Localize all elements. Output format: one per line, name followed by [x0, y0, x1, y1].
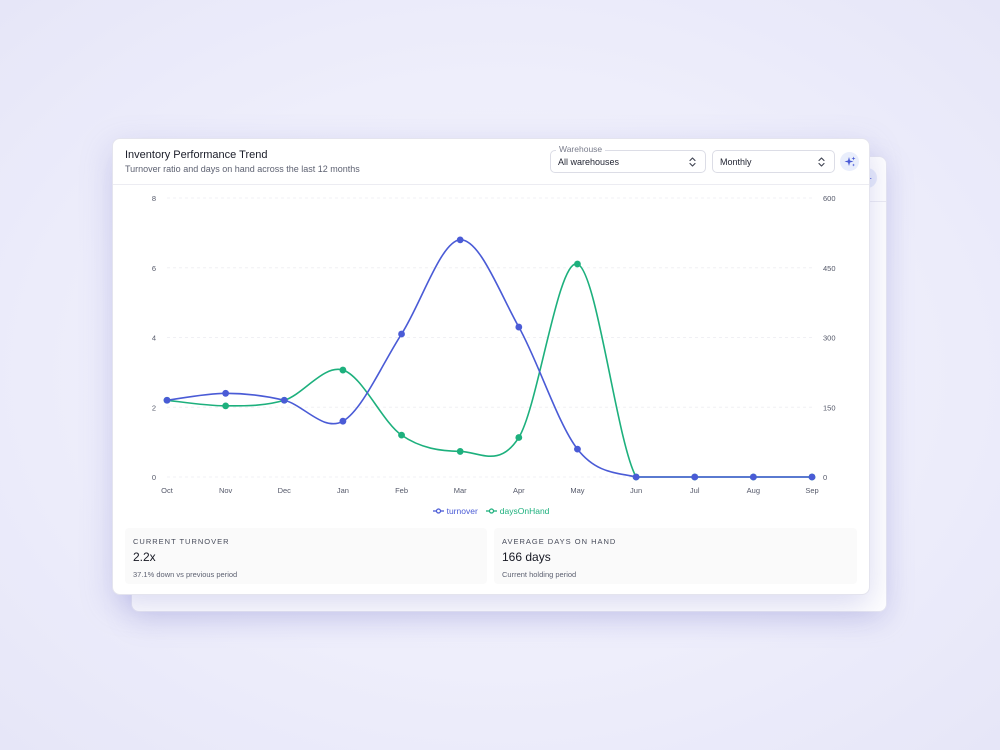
- data-point-turnover[interactable]: [574, 445, 581, 453]
- chevron-updown-icon: [689, 157, 696, 167]
- y-left-tick-label: 6: [152, 264, 156, 273]
- y-right-tick-label: 300: [823, 334, 836, 343]
- x-tick-label: Apr: [513, 486, 525, 495]
- series-line-turnover: [166, 239, 812, 478]
- y-left-tick-label: 4: [152, 334, 156, 343]
- data-point-turnover[interactable]: [515, 323, 523, 331]
- x-tick-label: Jun: [630, 486, 642, 495]
- chart-legend: turnover daysOnHand: [113, 505, 869, 517]
- x-tick-label: Mar: [454, 486, 467, 495]
- data-point-daysOnHand[interactable]: [339, 366, 347, 374]
- card-title: Inventory Performance Trend: [125, 149, 268, 161]
- data-point-daysOnHand[interactable]: [456, 448, 464, 455]
- stat-label: AVERAGE DAYS ON HAND: [502, 537, 617, 546]
- y-left-tick-label: 0: [152, 473, 156, 482]
- sparkle-button[interactable]: [840, 152, 859, 171]
- sparkle-icon: [844, 156, 855, 166]
- warehouse-select[interactable]: Warehouse All warehouses: [550, 144, 706, 173]
- data-point-turnover[interactable]: [456, 236, 464, 244]
- x-tick-label: Jan: [337, 486, 349, 495]
- x-tick-label: Jul: [690, 486, 700, 495]
- period-select[interactable]: Monthly: [712, 150, 835, 173]
- y-left-tick-label: 2: [152, 403, 156, 412]
- stat-label: CURRENT TURNOVER: [133, 537, 230, 546]
- series-line-daysOnHand: [166, 263, 812, 478]
- data-point-daysOnHand[interactable]: [222, 402, 230, 410]
- data-point-turnover[interactable]: [632, 473, 640, 481]
- data-point-turnover[interactable]: [339, 417, 347, 425]
- warehouse-select-label: Warehouse: [556, 144, 606, 154]
- x-tick-label: May: [570, 486, 584, 495]
- inventory-performance-card: Inventory Performance Trend Turnover rat…: [112, 138, 870, 595]
- inventory-trend-chart: 0 2 4 6 8 0 150 300 450 600 Oct Nov Dec Jan Feb Mar Apr M…: [152, 194, 836, 495]
- y-right-tick-label: 600: [823, 194, 836, 203]
- chevron-updown-icon: [818, 157, 825, 167]
- data-point-turnover[interactable]: [398, 330, 405, 338]
- warehouse-select-value: All warehouses: [558, 157, 620, 167]
- current-turnover-card: CURRENT TURNOVER 2.2x 37.1% down vs prev…: [125, 528, 487, 584]
- data-point-daysOnHand[interactable]: [398, 431, 405, 439]
- y-right-tick-label: 150: [823, 403, 836, 412]
- x-tick-label: Oct: [161, 486, 174, 495]
- x-tick-label: Aug: [747, 486, 760, 495]
- card-subtitle: Turnover ratio and days on hand across t…: [125, 164, 360, 174]
- legend-label-turnover: turnover: [446, 506, 478, 516]
- legend-item-turnover[interactable]: turnover: [432, 505, 478, 517]
- x-tick-label: Sep: [805, 486, 818, 495]
- legend-line-icon: [432, 508, 444, 514]
- y-left-tick-label: 8: [152, 194, 156, 203]
- data-point-turnover[interactable]: [808, 473, 816, 481]
- stat-value: 2.2x: [133, 550, 156, 564]
- data-point-turnover[interactable]: [280, 396, 288, 404]
- period-select-value: Monthly: [720, 157, 752, 167]
- data-point-turnover[interactable]: [691, 473, 699, 481]
- stat-note: Current holding period: [502, 570, 577, 579]
- stat-value: 166 days: [502, 550, 551, 564]
- x-tick-label: Feb: [395, 486, 408, 495]
- data-point-turnover[interactable]: [163, 396, 171, 404]
- legend-label-days-on-hand: daysOnHand: [499, 506, 550, 516]
- data-point-turnover[interactable]: [749, 473, 757, 481]
- stat-note: 37.1% down vs previous period: [133, 570, 238, 579]
- data-point-daysOnHand[interactable]: [515, 434, 523, 441]
- legend-item-days-on-hand[interactable]: daysOnHand: [485, 505, 550, 517]
- data-point-turnover[interactable]: [222, 389, 230, 397]
- card-header: Inventory Performance Trend Turnover rat…: [113, 139, 869, 185]
- x-tick-label: Nov: [219, 486, 233, 495]
- data-point-daysOnHand[interactable]: [574, 260, 581, 268]
- x-tick-label: Dec: [278, 486, 292, 495]
- average-days-on-hand-card: AVERAGE DAYS ON HAND 166 days Current ho…: [494, 528, 857, 584]
- y-right-tick-label: 450: [823, 264, 836, 273]
- y-right-tick-label: 0: [823, 473, 827, 482]
- legend-line-icon: [485, 508, 497, 514]
